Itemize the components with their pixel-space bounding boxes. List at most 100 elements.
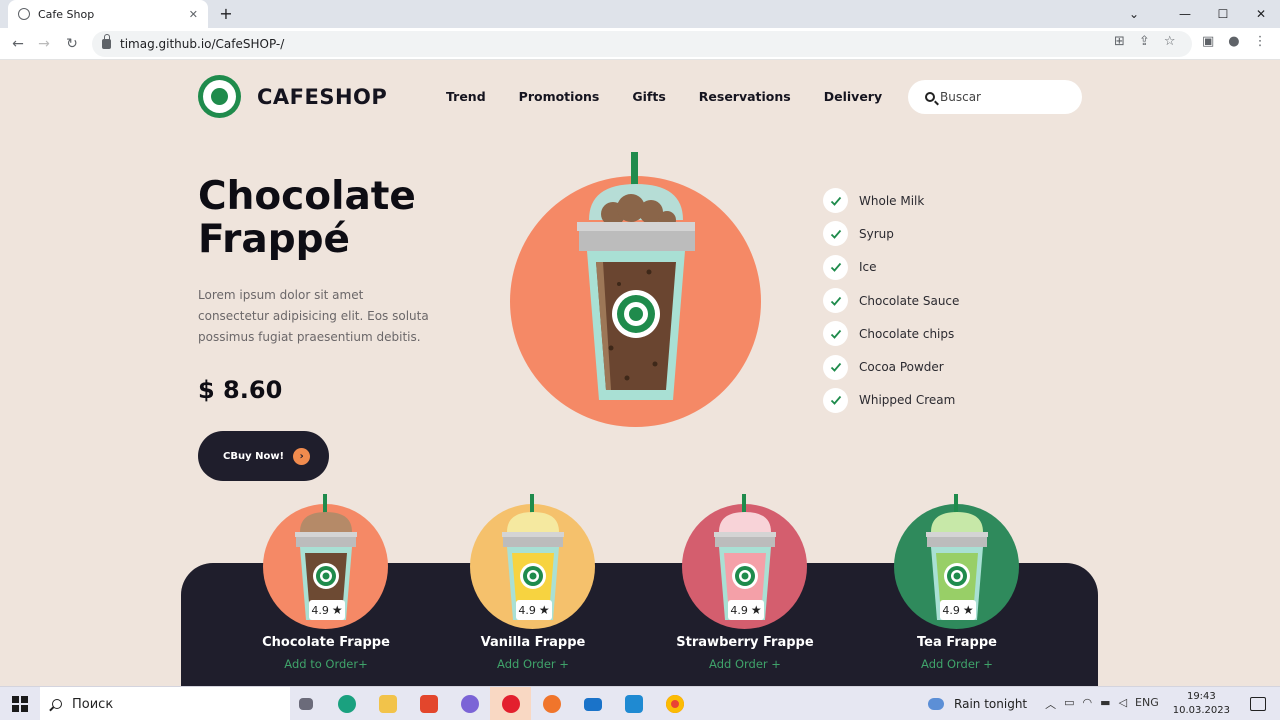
share-icon[interactable]: ⇪ bbox=[1139, 34, 1150, 49]
clock-time: 19:43 bbox=[1186, 691, 1216, 702]
nav-trend[interactable]: Trend bbox=[446, 89, 486, 104]
volume-icon[interactable]: ◁ bbox=[1119, 696, 1127, 712]
hero-title-line1: Chocolate bbox=[198, 174, 416, 219]
rating-badge: 4.9 ★ bbox=[940, 600, 976, 620]
add-to-order-link[interactable]: Add Order + bbox=[862, 657, 1052, 671]
rating-value: 4.9 bbox=[730, 603, 748, 617]
ingredient-label: Whipped Cream bbox=[859, 393, 956, 408]
product-name: Tea Frappe bbox=[917, 635, 997, 650]
site-logo[interactable]: CAFESHOP bbox=[198, 75, 387, 118]
product-name: Vanilla Frappe bbox=[480, 635, 586, 650]
arrow-right-icon: › bbox=[293, 447, 311, 465]
browser-tab[interactable]: Cafe Shop ✕ bbox=[8, 0, 208, 28]
new-tab-button[interactable]: + bbox=[216, 4, 236, 24]
side-panel-icon[interactable]: ▣ bbox=[1202, 34, 1214, 49]
url-text: timag.github.io/CafeSHOP-/ bbox=[120, 37, 285, 51]
copilot-icon[interactable] bbox=[449, 687, 490, 720]
check-icon bbox=[823, 321, 848, 347]
vscode-icon[interactable] bbox=[613, 687, 654, 720]
rating-badge: 4.9 ★ bbox=[728, 600, 764, 620]
ingredient-label: Chocolate Sauce bbox=[859, 293, 960, 308]
close-window-button[interactable]: ✕ bbox=[1242, 0, 1280, 28]
reload-icon[interactable]: ↻ bbox=[62, 34, 82, 54]
nav-delivery[interactable]: Delivery bbox=[824, 89, 882, 104]
weather-text: Rain tonight bbox=[954, 697, 1028, 711]
opera-icon[interactable] bbox=[490, 687, 531, 720]
maximize-button[interactable]: ☐ bbox=[1204, 0, 1242, 28]
show-hidden-icons-icon[interactable]: ︿ bbox=[1045, 696, 1056, 712]
windows-start-icon[interactable] bbox=[12, 696, 28, 712]
taskbar-search-text: Поиск bbox=[72, 696, 114, 712]
translate-icon[interactable]: ⊞ bbox=[1114, 34, 1125, 49]
firefox-icon[interactable] bbox=[531, 687, 572, 720]
url-bar[interactable]: timag.github.io/CafeSHOP-/ bbox=[92, 31, 1192, 57]
ingredient-label: Syrup bbox=[859, 226, 894, 241]
search-icon bbox=[925, 92, 935, 102]
rating-badge: 4.9 ★ bbox=[516, 600, 552, 620]
clock[interactable]: 19:43 10.03.2023 bbox=[1173, 690, 1230, 718]
ingredient-label: Whole Milk bbox=[859, 193, 925, 208]
toolbar-actions: ▣ ● ⋮ bbox=[1202, 34, 1267, 49]
search-box bbox=[908, 80, 1082, 114]
tab-title: Cafe Shop bbox=[38, 7, 95, 21]
ingredient-item: Cocoa Powder bbox=[823, 350, 959, 383]
ingredient-label: Ice bbox=[859, 260, 877, 275]
rating-value: 4.9 bbox=[311, 603, 329, 617]
hero-description: Lorem ipsum dolor sit amet consectetur a… bbox=[198, 288, 429, 344]
rating-value: 4.9 bbox=[518, 603, 536, 617]
back-icon[interactable]: ← bbox=[8, 34, 28, 54]
nav-reservations[interactable]: Reservations bbox=[699, 89, 791, 104]
search-input[interactable] bbox=[940, 90, 1070, 104]
page-content: CAFESHOP Trend Promotions Gifts Reservat… bbox=[0, 60, 1280, 686]
ingredient-item: Whole Milk bbox=[823, 184, 959, 217]
language-indicator[interactable]: ENG bbox=[1135, 696, 1159, 712]
edge-icon[interactable] bbox=[326, 687, 367, 720]
notifications-icon[interactable] bbox=[1250, 697, 1266, 711]
check-icon bbox=[823, 387, 848, 413]
star-icon: ★ bbox=[962, 603, 974, 617]
meet-now-icon[interactable]: ▭ bbox=[1064, 696, 1074, 712]
tab-search-icon[interactable]: ⌄ bbox=[1120, 0, 1148, 28]
star-icon: ★ bbox=[538, 603, 550, 617]
task-view-icon[interactable] bbox=[285, 687, 326, 720]
star-icon: ★ bbox=[331, 603, 343, 617]
office-icon[interactable] bbox=[408, 687, 449, 720]
ingredient-label: Chocolate chips bbox=[859, 326, 955, 341]
buy-now-button[interactable]: CBuy Now! › bbox=[198, 431, 329, 481]
chrome-icon[interactable] bbox=[654, 687, 695, 720]
add-to-order-link[interactable]: Add Order + bbox=[438, 657, 628, 671]
star-icon: ★ bbox=[750, 603, 762, 617]
buy-now-label: CBuy Now! bbox=[223, 450, 285, 462]
close-tab-icon[interactable]: ✕ bbox=[189, 8, 198, 21]
window-controls: ⌄ — ☐ ✕ bbox=[1120, 0, 1280, 28]
nav-promotions[interactable]: Promotions bbox=[519, 89, 600, 104]
ingredients-list: Whole Milk Syrup Ice Chocolate Sauce Cho… bbox=[823, 184, 959, 417]
ingredient-item: Syrup bbox=[823, 217, 959, 250]
minimize-button[interactable]: — bbox=[1166, 0, 1204, 28]
profile-icon[interactable]: ● bbox=[1228, 34, 1239, 49]
product-name: Strawberry Frappe bbox=[676, 635, 814, 650]
ingredient-item: Whipped Cream bbox=[823, 384, 959, 417]
hero-price: $ 8.60 bbox=[198, 376, 283, 404]
file-explorer-icon[interactable] bbox=[367, 687, 408, 720]
weather-widget[interactable]: Rain tonight bbox=[928, 697, 1027, 711]
system-icons: ︿ ▭ ◠ ▬ ◁ ENG bbox=[1045, 696, 1159, 712]
main-nav: Trend Promotions Gifts Reservations Deli… bbox=[446, 89, 915, 104]
bookmark-star-icon[interactable]: ☆ bbox=[1164, 34, 1176, 49]
add-to-order-link[interactable]: Add Order + bbox=[650, 657, 840, 671]
forward-icon[interactable]: → bbox=[34, 34, 54, 54]
add-to-order-link[interactable]: Add to Order+ bbox=[231, 657, 421, 671]
menu-icon[interactable]: ⋮ bbox=[1254, 34, 1267, 49]
omnibox-actions: ⊞ ⇪ ☆ bbox=[1114, 34, 1175, 49]
rating-badge: 4.9 ★ bbox=[309, 600, 345, 620]
battery-icon[interactable]: ▬ bbox=[1100, 696, 1110, 712]
taskbar-search[interactable]: Поиск bbox=[40, 687, 290, 720]
lock-icon[interactable] bbox=[102, 34, 111, 49]
check-icon bbox=[823, 254, 848, 280]
check-icon bbox=[823, 288, 848, 314]
system-tray: Rain tonight ︿ ▭ ◠ ▬ ◁ ENG 19:43 10.03.2… bbox=[928, 687, 1280, 720]
nav-gifts[interactable]: Gifts bbox=[632, 89, 665, 104]
address-bar-row: ← → ↻ timag.github.io/CafeSHOP-/ ⊞ ⇪ ☆ ▣… bbox=[0, 28, 1280, 60]
mail-icon[interactable] bbox=[572, 687, 613, 720]
wifi-icon[interactable]: ◠ bbox=[1083, 696, 1093, 712]
